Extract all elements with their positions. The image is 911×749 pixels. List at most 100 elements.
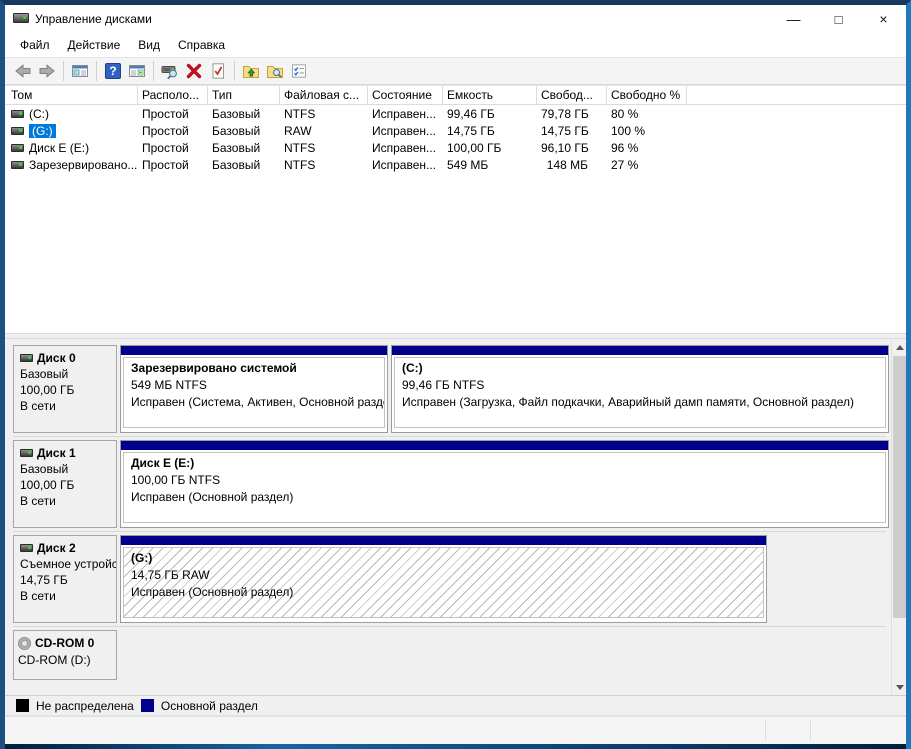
status-separator [810, 720, 811, 741]
cell-layout: Простой [138, 124, 208, 138]
device-view-icon[interactable] [158, 59, 182, 83]
toolbar-separator [96, 61, 97, 81]
volume-drive-icon [11, 161, 24, 169]
scrollbar-thumb[interactable] [893, 356, 906, 618]
disk-label: Диск 2 [37, 540, 76, 556]
disk-icon [20, 544, 33, 552]
table-row-volume-reserved[interactable]: Зарезервировано... Простой Базовый NTFS … [5, 156, 906, 173]
column-header-volume[interactable]: Том [5, 86, 138, 105]
disk-2-row: Диск 2 Съемное устройство 14,75 ГБ В сет… [13, 535, 886, 627]
cell-status: Исправен... [368, 107, 443, 121]
column-header-free[interactable]: Свобод... [537, 86, 607, 105]
window-title: Управление дисками [35, 12, 771, 26]
disk-2-header[interactable]: Диск 2 Съемное устройство 14,75 ГБ В сет… [13, 535, 117, 623]
properties-list-icon[interactable] [287, 59, 311, 83]
legend-label-primary: Основной раздел [161, 699, 258, 713]
table-row-volume-c[interactable]: (C:) Простой Базовый NTFS Исправен... 99… [5, 105, 906, 122]
menu-help[interactable]: Справка [169, 35, 234, 55]
cell-free-pct: 96 % [607, 141, 687, 155]
scroll-up-icon[interactable] [892, 339, 906, 355]
partition-info: 100,00 ГБ NTFS [131, 472, 885, 489]
cell-status: Исправен... [368, 158, 443, 172]
partition-c[interactable]: (C:) 99,46 ГБ NTFS Исправен (Загрузка, Ф… [391, 345, 889, 433]
disk-1-header[interactable]: Диск 1 Базовый 100,00 ГБ В сети [13, 440, 117, 528]
menu-action[interactable]: Действие [59, 35, 130, 55]
column-header-filesystem[interactable]: Файловая с... [280, 86, 368, 105]
primary-partition-bar [392, 346, 888, 355]
partition-status: Исправен (Основной раздел) [131, 489, 885, 506]
partition-name: (C:) [402, 360, 885, 377]
table-row-volume-g[interactable]: (G:) Простой Базовый RAW Исправен... 14,… [5, 122, 906, 139]
column-header-capacity[interactable]: Емкость [443, 86, 537, 105]
partition-status: Исправен (Система, Активен, Основной раз… [131, 394, 384, 411]
disk-0-row: Диск 0 Базовый 100,00 ГБ В сети Зарезерв… [13, 345, 886, 437]
cdrom-device: CD-ROM (D:) [18, 652, 116, 669]
column-header-status[interactable]: Состояние [368, 86, 443, 105]
menu-view[interactable]: Вид [129, 35, 169, 55]
primary-partition-bar [121, 536, 766, 545]
cell-filesystem: NTFS [280, 107, 368, 121]
graphical-view: Диск 0 Базовый 100,00 ГБ В сети Зарезерв… [5, 339, 906, 695]
column-header-type[interactable]: Тип [208, 86, 280, 105]
cell-layout: Простой [138, 107, 208, 121]
partition-name: Зарезервировано системой [131, 360, 384, 377]
disk-management-window: Управление дисками — □ × Файл Действие В… [0, 0, 911, 749]
help-icon[interactable]: ? [101, 59, 125, 83]
action-pane-icon[interactable] [125, 59, 149, 83]
partition-e[interactable]: Диск E (E:) 100,00 ГБ NTFS Исправен (Осн… [120, 440, 889, 528]
disk-status: В сети [20, 588, 116, 604]
cell-type: Базовый [208, 141, 280, 155]
vertical-scrollbar[interactable] [891, 339, 906, 695]
scroll-down-icon[interactable] [892, 679, 906, 695]
toolbar-separator [153, 61, 154, 81]
folder-explore-icon[interactable] [263, 59, 287, 83]
partition-g-selected[interactable]: (G:) 14,75 ГБ RAW Исправен (Основной раз… [120, 535, 767, 623]
cell-filesystem: RAW [280, 124, 368, 138]
disk-label: Диск 1 [37, 445, 76, 461]
cell-free: 79,78 ГБ [537, 107, 607, 121]
minimize-button[interactable]: — [771, 5, 816, 33]
disk-icon [20, 354, 33, 362]
cell-capacity: 99,46 ГБ [443, 107, 537, 121]
legend-bar: Не распределена Основной раздел [5, 695, 906, 715]
volume-name: Диск E (E:) [29, 141, 89, 155]
column-header-layout[interactable]: Располо... [138, 86, 208, 105]
partition-info: 99,46 ГБ NTFS [402, 377, 885, 394]
folder-up-icon[interactable] [239, 59, 263, 83]
status-separator [765, 720, 766, 741]
partition-status: Исправен (Основной раздел) [131, 584, 763, 601]
app-drive-icon [13, 12, 29, 26]
volume-name: (C:) [29, 107, 49, 121]
disk-size: 100,00 ГБ [20, 477, 116, 493]
forward-icon[interactable] [35, 59, 59, 83]
titlebar: Управление дисками — □ × [5, 5, 906, 33]
menu-file[interactable]: Файл [11, 35, 59, 55]
disk-kind: Съемное устройство [20, 556, 116, 572]
cell-status: Исправен... [368, 124, 443, 138]
close-button[interactable]: × [861, 5, 906, 33]
column-header-free-pct[interactable]: Свободно % [607, 86, 687, 105]
disk-label: Диск 0 [37, 350, 76, 366]
disk-size: 14,75 ГБ [20, 572, 116, 588]
back-icon[interactable] [11, 59, 35, 83]
cell-free: 96,10 ГБ [537, 141, 607, 155]
delete-volume-icon[interactable] [182, 59, 206, 83]
disk-2-tracks: (G:) 14,75 ГБ RAW Исправен (Основной раз… [120, 535, 770, 623]
disk-kind: Базовый [20, 366, 116, 382]
primary-partition-bar [121, 441, 888, 450]
table-row-volume-e[interactable]: Диск E (E:) Простой Базовый NTFS Исправе… [5, 139, 906, 156]
disk-0-header[interactable]: Диск 0 Базовый 100,00 ГБ В сети [13, 345, 117, 433]
volume-name: Зарезервировано... [29, 158, 137, 172]
disk-1-tracks: Диск E (E:) 100,00 ГБ NTFS Исправен (Осн… [120, 440, 892, 528]
console-tree-icon[interactable] [68, 59, 92, 83]
disk-1-row: Диск 1 Базовый 100,00 ГБ В сети Диск E (… [13, 440, 886, 532]
volume-drive-icon [11, 110, 24, 118]
maximize-button[interactable]: □ [816, 5, 861, 33]
partition-status: Исправен (Загрузка, Файл подкачки, Авари… [402, 394, 885, 411]
volume-drive-icon [11, 127, 24, 135]
check-document-icon[interactable] [206, 59, 230, 83]
partition-system-reserved[interactable]: Зарезервировано системой 549 МБ NTFS Исп… [120, 345, 388, 433]
partition-name: Диск E (E:) [131, 455, 885, 472]
cdrom-header[interactable]: CD-ROM 0 CD-ROM (D:) [13, 630, 117, 680]
cell-free: 148 МБ [537, 158, 607, 172]
